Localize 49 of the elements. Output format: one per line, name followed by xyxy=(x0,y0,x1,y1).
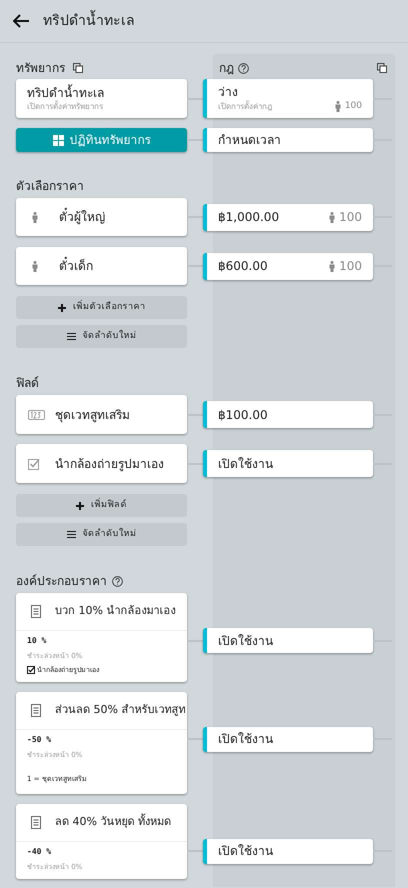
card-title: นำกล้องถ่ายรูปมาเอง xyxy=(55,456,164,472)
rule-price: ฿600.00 xyxy=(218,258,268,275)
field-card[interactable]: ชุดเวทสูทเสริม xyxy=(16,395,187,434)
rule-title: กำหนดเวลา xyxy=(218,132,281,149)
section-title: ทรัพยากร xyxy=(16,60,65,77)
rule-subtitle: เปิดการตั้งค่ากฎ xyxy=(218,100,272,112)
rule-card[interactable]: เปิดใช้งาน xyxy=(203,450,373,477)
amount-text: -50 % xyxy=(27,734,52,746)
rule-title: เปิดใช้งาน xyxy=(218,632,273,650)
rule-card[interactable]: เปิดใช้งาน xyxy=(203,628,373,653)
rule-title: เปิดใช้งาน xyxy=(218,843,273,860)
rule-card[interactable]: ฿600.00 100 xyxy=(203,252,373,280)
reorder-button[interactable]: จัดลำดับใหม่ xyxy=(16,523,187,546)
rule-card[interactable]: เปิดใช้งาน xyxy=(203,726,373,752)
section-title: ตัวเลือกราคา xyxy=(16,178,84,195)
card-title: ตั๋วเด็ก xyxy=(59,257,93,275)
rule-card[interactable]: เปิดใช้งาน xyxy=(203,838,373,864)
rule-price: ฿1,000.00 xyxy=(218,209,280,226)
section-title: องค์ประกอบราคา xyxy=(16,573,107,590)
rule-card[interactable]: ฿1,000.00 100 xyxy=(203,204,373,230)
card-subtitle: เปิดการตั้งค่าทรัพยากร xyxy=(27,100,104,112)
rule-title: เปิดใช้งาน xyxy=(218,456,273,472)
card-title: ลด 40% วันหยุด ทั้งหมด xyxy=(55,814,171,830)
amount-text: -40 % xyxy=(27,846,52,858)
card-title: ส่วนลด 50% สำหรับเวทสูท xyxy=(55,702,186,718)
section-title: ฟิลด์ xyxy=(16,375,39,392)
section-title: กฎ xyxy=(219,60,234,77)
card-title: ทริปดำน้ำทะเล xyxy=(27,84,105,100)
capacity-count: 100 xyxy=(344,100,362,113)
amount-text: 10 % xyxy=(27,635,48,647)
add-button[interactable]: เพิ่มฟิลด์ xyxy=(16,494,187,517)
page-title: ทริปดำน้ำทะเล xyxy=(43,10,135,32)
capacity-count: 100 xyxy=(339,209,362,226)
rule-title: ฿100.00 xyxy=(218,406,268,424)
card-title: ตั๋วผู้ใหญ่ xyxy=(59,208,105,226)
price-option-card[interactable]: ตั๋วผู้ใหญ่ xyxy=(16,198,187,236)
field-card[interactable]: นำกล้องถ่ายรูปมาเอง xyxy=(16,444,187,483)
rule-card[interactable]: ฿100.00 xyxy=(203,401,373,428)
rule-card[interactable]: กำหนดเวลา xyxy=(203,128,373,152)
rule-card[interactable]: ว่าง เปิดการตั้งค่ากฎ 100 xyxy=(203,79,373,118)
rule-title: เปิดใช้งาน xyxy=(218,731,273,748)
card-title: ชุดเวทสูทเสริม xyxy=(55,406,130,424)
card-title: บวก 10% นำกล้องมาเอง xyxy=(55,603,176,620)
resource-card[interactable]: ทริปดำน้ำทะเล เปิดการตั้งค่าทรัพยากร xyxy=(16,79,187,118)
reorder-button[interactable]: จัดลำดับใหม่ xyxy=(16,325,187,348)
capacity-count: 100 xyxy=(339,258,362,275)
price-option-card[interactable]: ตั๋วเด็ก xyxy=(16,247,187,285)
add-button[interactable]: เพิ่มตัวเลือกราคา xyxy=(16,296,187,319)
rule-title: ว่าง xyxy=(218,84,239,100)
